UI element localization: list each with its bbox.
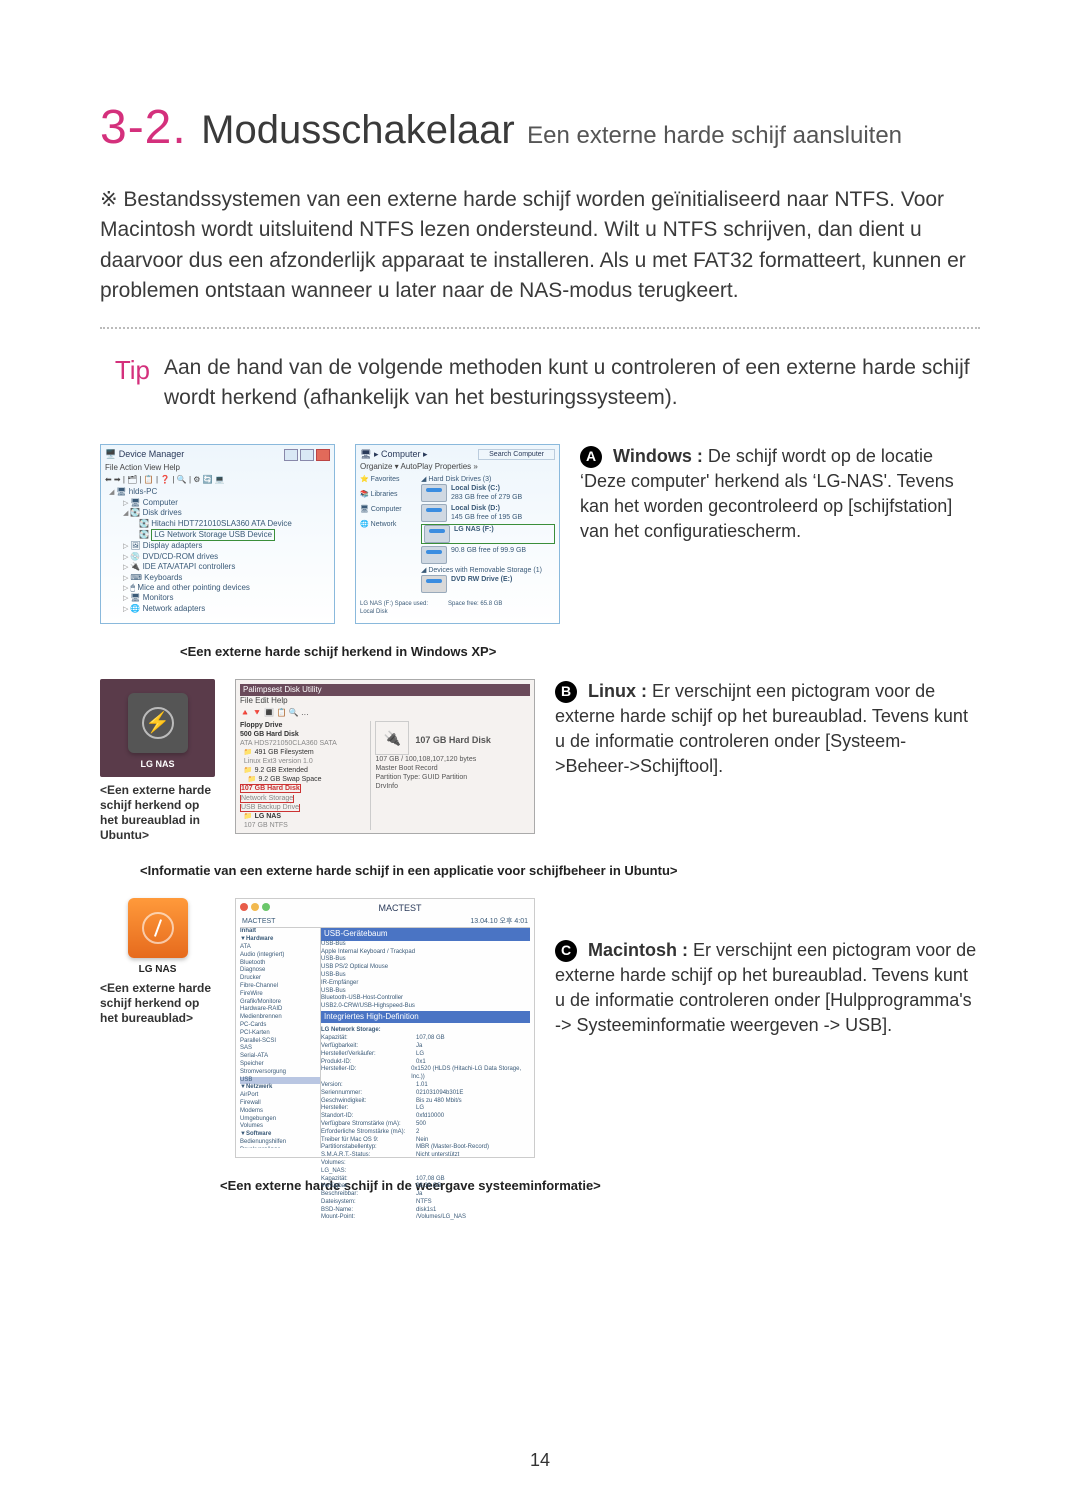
toolbar: Organize ▾ AutoPlay Properties » [360, 462, 555, 472]
sidebar-item: 📚 Libraries [360, 490, 415, 499]
breadcrumb: ▸ Computer ▸ [374, 449, 428, 459]
title-bar: MACTEST [240, 903, 530, 915]
tree-item: ▷🖼 Display adapters [105, 541, 330, 551]
caption: <Een externe harde schijf herkend op het… [100, 981, 215, 1026]
title-bar: Palimpsest Disk Utility [240, 684, 530, 696]
tree-item: ▷🖥 Monitors [105, 593, 330, 603]
windows-description: A Windows : De schijf wordt op de locati… [580, 444, 980, 624]
column-header: USB-Gerätebaum [321, 928, 530, 940]
drive-icon [421, 484, 447, 502]
page: 3-2. Modusschakelaar Een externe harde s… [0, 0, 1080, 1511]
title-bar: 🖥️ Device Manager [105, 449, 330, 461]
toolbar: 🔺 🔻 🔳 📋 🔍 … [240, 708, 530, 718]
highlighted-device: 107 GB Hard Disk [240, 784, 301, 793]
maximize-icon [300, 449, 314, 461]
os-label: Linux : [588, 681, 647, 701]
linux-description: B Linux : Er verschijnt een pictogram vo… [555, 679, 980, 843]
tree-item: ◢💽 Disk drives [105, 508, 330, 518]
caption-ubuntu: <Informatie van een externe harde schijf… [140, 863, 980, 878]
tree-item-highlighted: 💽 LG Network Storage USB Device [105, 529, 330, 541]
minimize-icon [251, 903, 259, 911]
title-bar: 🖥 ▸ Computer ▸ Search Computer [360, 449, 555, 461]
tree-item: ▷🌐 Network adapters [105, 604, 330, 614]
tip-block: Tip Aan de hand van de volgende methoden… [100, 353, 980, 414]
close-icon [316, 449, 330, 461]
icon-label: LG NAS [100, 964, 215, 975]
window-title: MACTEST [378, 903, 421, 915]
drive-row: Local Disk (C:)283 GB free of 279 GB [421, 484, 555, 502]
tree-item: ▷⌨ Keyboards [105, 573, 330, 583]
drive-icon: ⚡ [128, 693, 188, 753]
badge-b: B [555, 681, 577, 703]
tree-item: ▷💿 DVD/CD-ROM drives [105, 552, 330, 562]
badge-a: A [580, 446, 602, 468]
sidebar: ⭐ Favorites 📚 Libraries 🖥 Computer 🌐 Net… [360, 475, 415, 596]
window-title: Device Manager [119, 449, 185, 459]
highlighted-row: Integriertes High­-Definition [321, 1011, 530, 1023]
usb-icon: 🔌 [375, 721, 409, 755]
detail-pane: USB-Gerätebaum USB-Bus Apple Internal Ke… [321, 928, 530, 1148]
tree-item: ▷🔌 IDE ATA/ATAPI controllers [105, 562, 330, 572]
sidebar: Inhalt ▼Hardware ATA Audio (integriert) … [240, 928, 321, 1148]
badge-c: C [555, 940, 577, 962]
section-label: LG Network Storage: [321, 1027, 530, 1035]
status-bar: LG NAS (F:) Space used: Space free: 65.8… [360, 601, 555, 617]
menu-bar: File Action View Help [105, 463, 330, 473]
search-input[interactable]: Search Computer [478, 449, 555, 460]
mac-desktop-icon: LG NAS <Een externe harde schijf herkend… [100, 898, 215, 1158]
icon-label: LG NAS [108, 759, 207, 769]
header-row: MACTEST 13.04.10 오후 4:01 [240, 916, 530, 928]
menu-bar: File Edit Help [240, 696, 530, 706]
device-manager-screenshot: 🖥️ Device Manager File Action View Help … [100, 444, 335, 624]
sidebar-item: ⭐ Favorites [360, 475, 415, 484]
page-number: 14 [0, 1450, 1080, 1471]
section-header: ◢ Devices with Removable Storage (1) [421, 566, 555, 575]
system-profiler-screenshot: MACTEST MACTEST 13.04.10 오후 4:01 Inhalt … [235, 898, 535, 1158]
drive-row: Local Disk (D:)145 GB free of 195 GB [421, 504, 555, 522]
sidebar-item: 🖥 Computer [360, 505, 415, 514]
intro-paragraph: ※ Bestandssystemen van een externe harde… [100, 185, 980, 307]
close-icon [240, 903, 248, 911]
tip-text: Aan de hand van de volgende methoden kun… [164, 353, 980, 414]
drive-icon [424, 525, 450, 543]
caption-windows: <Een externe harde schijf herkend in Win… [180, 644, 980, 659]
tree-item: ▷🖱 Mice and other pointing devices [105, 583, 330, 593]
drive-icon [421, 504, 447, 522]
device-details: 🔌 107 GB Hard Disk 107 GB / 100,108,107,… [371, 721, 530, 830]
section-number: 3-2. [100, 101, 187, 154]
toolbar: ⬅ ➡ | 🗂 | 📋 | ❓ | 🔍 | ⚙ 🔄 💻 [105, 475, 330, 485]
tree-item: ▷🖥 Computer [105, 498, 330, 508]
drive-row: 90.8 GB free of 99.9 GB [421, 546, 555, 564]
section-subtitle: Een externe harde schijf aansluiten [527, 122, 902, 149]
os-label: Windows : [613, 446, 703, 466]
ubuntu-desktop-icon: ⚡ LG NAS <Een externe harde schijf herke… [100, 679, 215, 843]
kv-list: Kapazität:107,08 GBVerfügbarkeit:JaHerst… [321, 1035, 530, 1222]
windows-panel-row: 🖥️ Device Manager File Action View Help … [100, 444, 980, 624]
drive-icon [128, 898, 188, 958]
tree-item: 💽 Hitachi HDT721010SLA360 ATA Device [105, 519, 330, 529]
section-title: Modusschakelaar [201, 108, 515, 152]
device-list: Floppy Drive 500 GB Hard Disk ATA HDS721… [240, 721, 371, 830]
drive-row-highlighted: LG NAS (F:) [421, 524, 555, 544]
window-buttons [284, 449, 330, 461]
heading: 3-2. Modusschakelaar Een externe harde s… [100, 100, 980, 155]
explorer-screenshot: 🖥 ▸ Computer ▸ Search Computer Organize … [355, 444, 560, 624]
drive-icon [421, 546, 447, 564]
dvd-icon [421, 575, 447, 593]
zoom-icon [262, 903, 270, 911]
tree-root: ◢🖥 hlds-PC [105, 487, 330, 497]
os-label: Macintosh : [588, 940, 688, 960]
drive-row: DVD RW Drive (E:) [421, 575, 555, 593]
tip-label: Tip [100, 353, 150, 414]
section-header: ◢ Hard Disk Drives (3) [421, 475, 555, 484]
ubuntu-panel-row: ⚡ LG NAS <Een externe harde schijf herke… [100, 679, 980, 843]
mac-description: C Macintosh : Er verschijnt een pictogra… [555, 898, 980, 1158]
caption: <Een externe harde schijf herkend op het… [100, 783, 215, 843]
disk-utility-screenshot: Palimpsest Disk Utility File Edit Help 🔺… [235, 679, 535, 834]
minimize-icon [284, 449, 298, 461]
mac-panel-row: LG NAS <Een externe harde schijf herkend… [100, 898, 980, 1158]
sidebar-item-selected: USB [240, 1077, 320, 1085]
dotted-divider [100, 327, 980, 329]
sidebar-item: 🌐 Network [360, 520, 415, 529]
